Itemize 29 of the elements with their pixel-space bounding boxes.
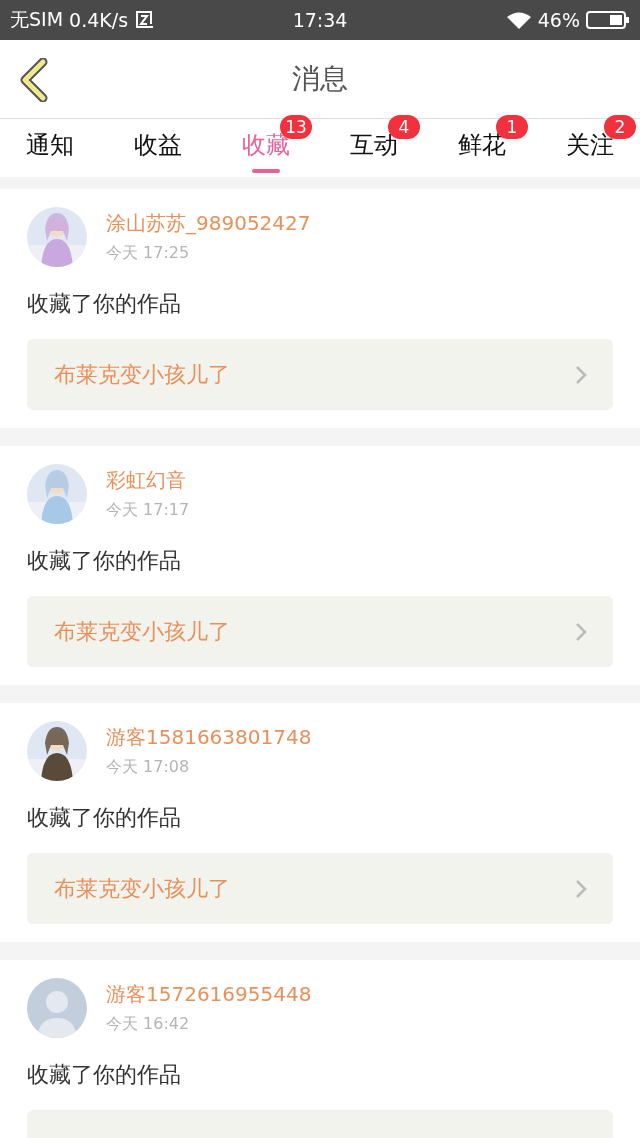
work-link[interactable]: 布莱克变小孩儿了 <box>27 596 613 667</box>
sim-icon <box>134 11 155 29</box>
tab[interactable]: 通知 <box>26 119 74 177</box>
page-title: 消息 <box>292 61 348 97</box>
clock: 17:34 <box>292 9 348 31</box>
avatar-icon <box>27 978 87 1038</box>
message-text: 收藏了你的作品 <box>27 547 182 575</box>
work-link[interactable]: 布莱克变小孩儿了 <box>27 853 613 924</box>
user-name[interactable]: 彩虹幻音 <box>106 467 190 494</box>
work-link[interactable]: 布莱克变小孩儿了 <box>27 339 613 410</box>
message-time: 今天 16:42 <box>106 1014 191 1035</box>
chevron-right-icon <box>575 878 587 899</box>
user-name[interactable]: 游客1572616955448 <box>106 981 312 1008</box>
chevron-right-icon <box>575 621 587 642</box>
user-name[interactable]: 游客1581663801748 <box>106 724 312 751</box>
message-text: 收藏了你的作品 <box>27 804 182 832</box>
battery-icon <box>586 10 630 30</box>
message-time: 今天 17:25 <box>106 243 191 264</box>
message-time: 今天 17:17 <box>106 500 190 521</box>
tab[interactable]: 收益 <box>134 119 182 177</box>
message-time: 今天 17:08 <box>106 757 191 778</box>
user-name[interactable]: 涂山苏苏_989052427 <box>106 210 311 237</box>
carrier-text: 无SIM <box>10 7 64 32</box>
message-text: 收藏了你的作品 <box>27 290 182 318</box>
message-text: 收藏了你的作品 <box>27 1061 182 1089</box>
battery-percent: 46% <box>537 9 580 31</box>
wifi-icon <box>505 11 532 29</box>
chevron-right-icon <box>575 364 587 385</box>
network-speed: 0.4K/s <box>69 9 129 31</box>
